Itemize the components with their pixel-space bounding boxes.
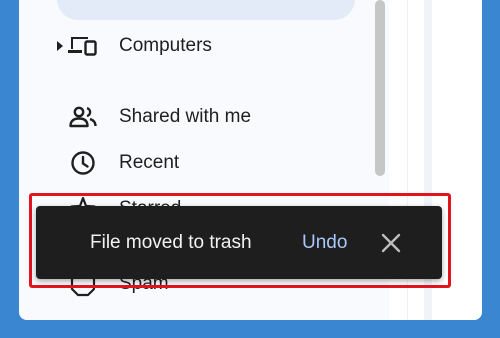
clock-icon bbox=[68, 148, 98, 178]
sidebar-item-label: Computers bbox=[119, 35, 212, 56]
sidebar-item-label: Recent bbox=[119, 152, 180, 173]
close-icon[interactable] bbox=[378, 230, 404, 256]
sidebar-item-label: Shared with me bbox=[119, 106, 252, 127]
my-drive-selected-item[interactable] bbox=[57, 0, 355, 20]
sidebar-item-shared-with-me[interactable]: Shared with me bbox=[19, 97, 372, 137]
snackbar-toast: File moved to trash Undo bbox=[36, 206, 442, 279]
snackbar-message: File moved to trash bbox=[90, 232, 252, 253]
computers-icon bbox=[68, 31, 98, 61]
caret-right-icon[interactable] bbox=[55, 26, 65, 66]
undo-button[interactable]: Undo bbox=[302, 206, 347, 279]
sidebar-item-recent[interactable]: Recent bbox=[19, 143, 372, 183]
sidebar-item-computers[interactable]: Computers bbox=[19, 26, 372, 66]
sidebar-scrollbar-thumb[interactable] bbox=[375, 0, 385, 176]
people-icon bbox=[68, 102, 98, 132]
